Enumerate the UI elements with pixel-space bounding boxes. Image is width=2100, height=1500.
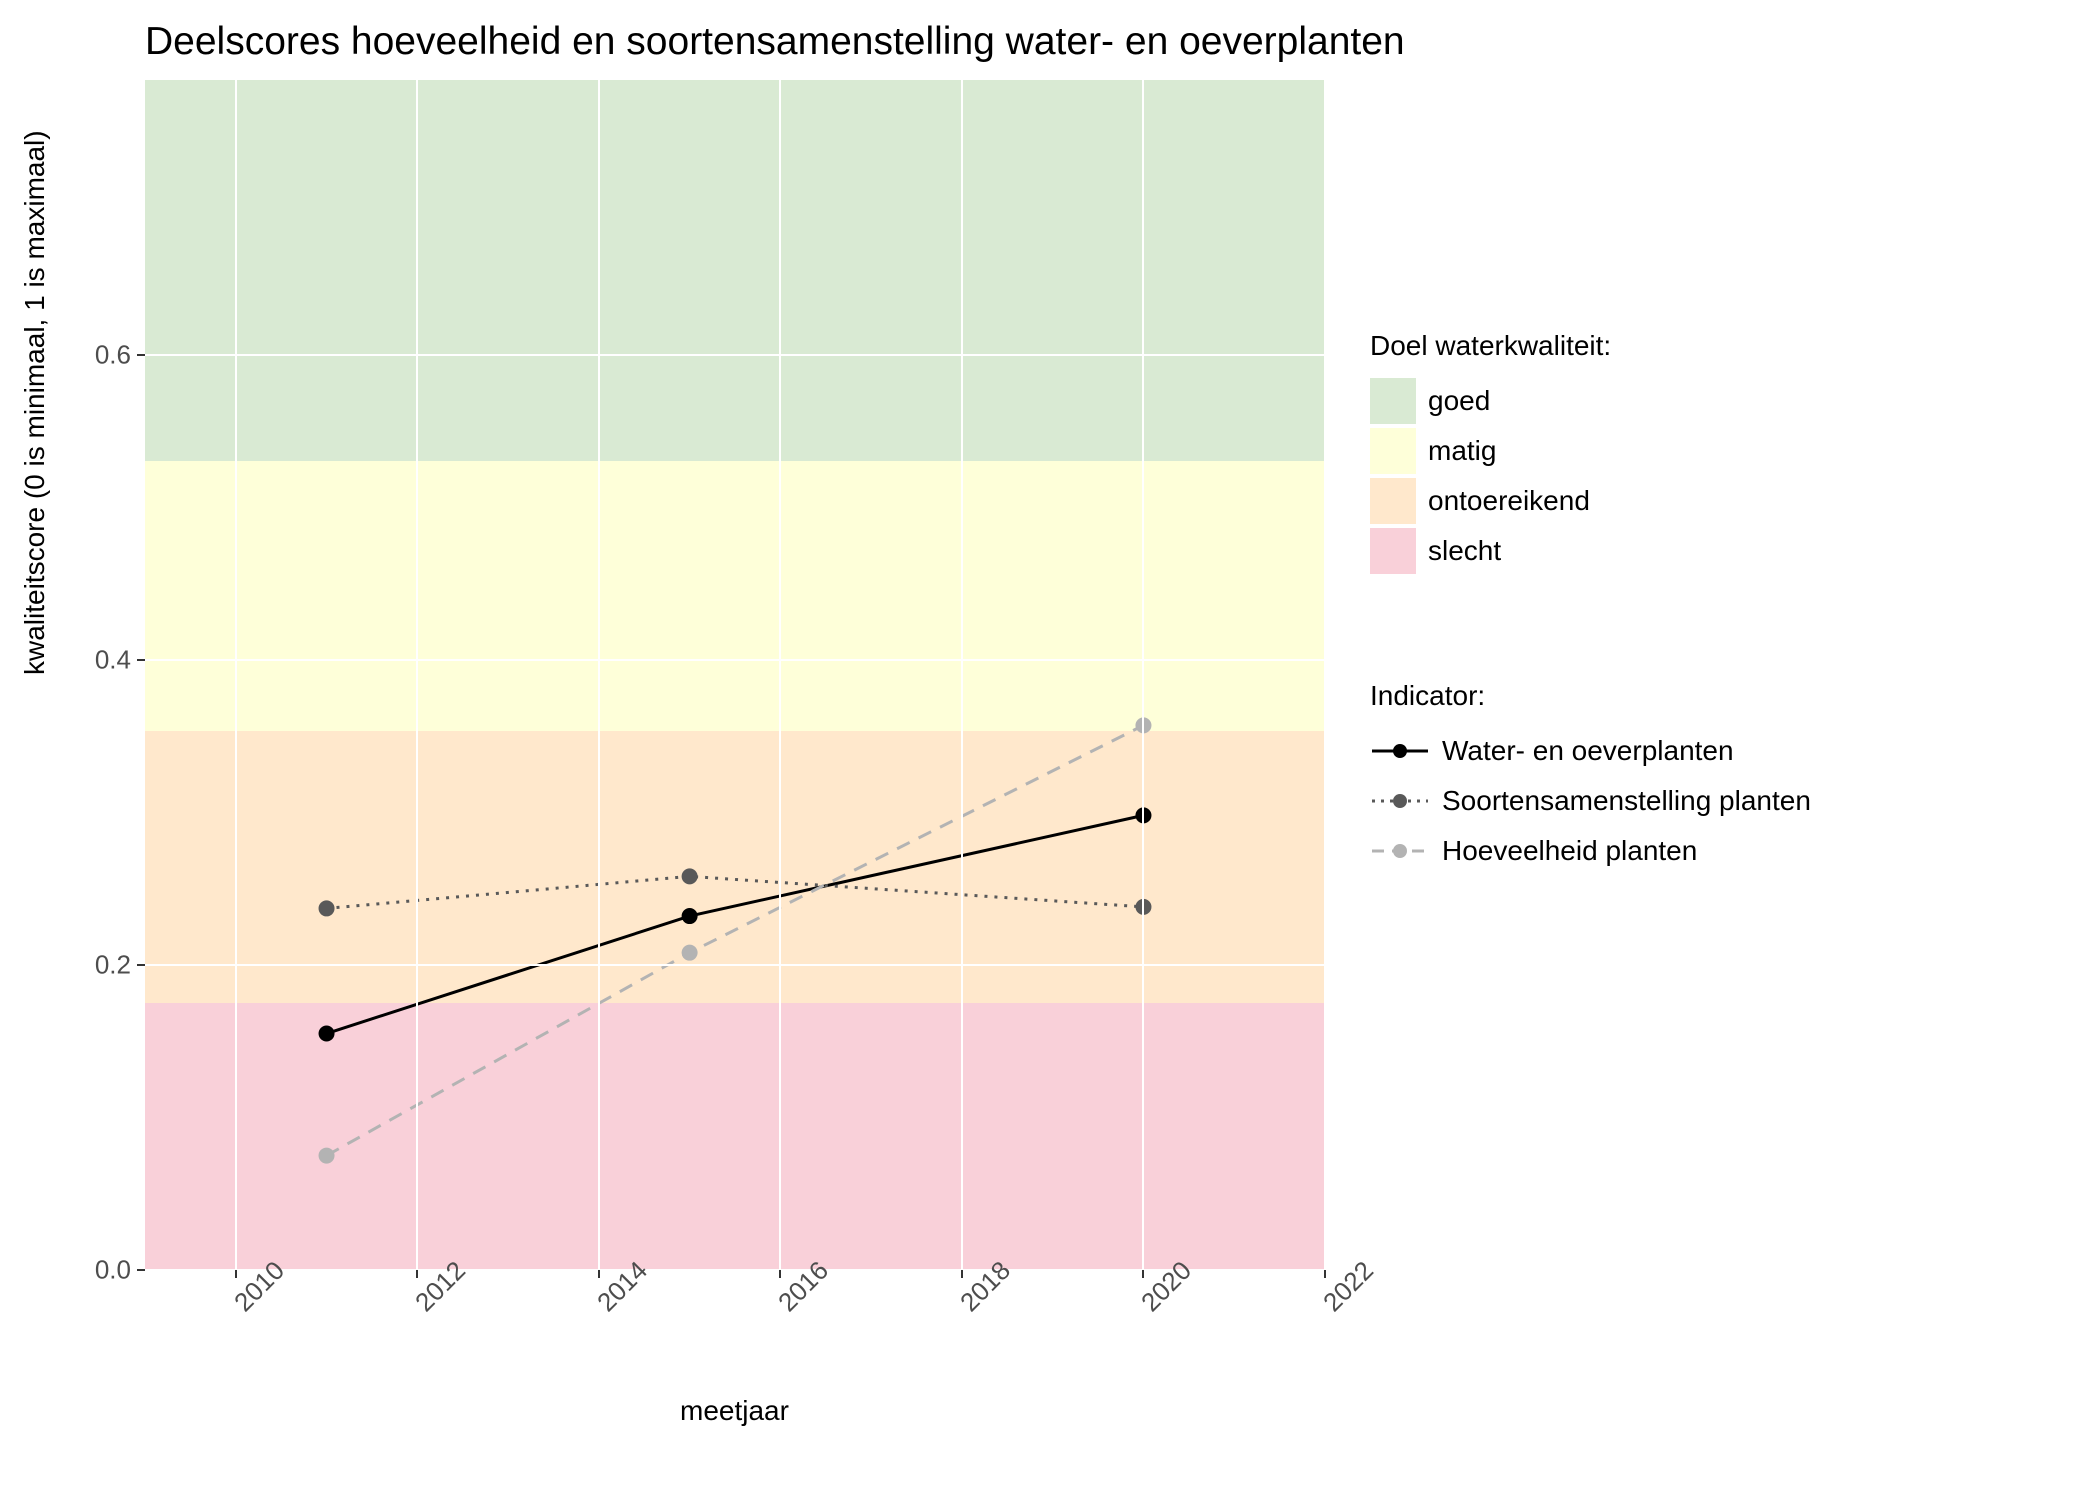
legend-label: Water- en oeverplanten xyxy=(1442,735,1734,767)
data-point xyxy=(319,900,335,916)
y-tick-mark xyxy=(137,964,145,966)
legend-series: Indicator: Water- en oeverplanten Soorte… xyxy=(1370,680,1811,878)
swatch-slecht xyxy=(1370,528,1416,574)
data-point xyxy=(682,945,698,961)
swatch-goed xyxy=(1370,378,1416,424)
gridline-v xyxy=(961,80,963,1270)
gridline-v xyxy=(1324,80,1326,1270)
gridline-v xyxy=(779,80,781,1270)
gridline-h xyxy=(145,1269,1325,1271)
legend-label: goed xyxy=(1428,385,1490,417)
y-tick-mark xyxy=(137,659,145,661)
x-tick-mark xyxy=(1324,1270,1326,1278)
legend-bands-title: Doel waterkwaliteit: xyxy=(1370,330,1611,362)
legend-label: slecht xyxy=(1428,535,1501,567)
legend-label: matig xyxy=(1428,435,1496,467)
legend-bands: Doel waterkwaliteit: goed matig ontoerei… xyxy=(1370,330,1611,578)
legend-item-series-2: Soortensamenstelling planten xyxy=(1370,778,1811,824)
data-point xyxy=(682,908,698,924)
legend-label: Soortensamenstelling planten xyxy=(1442,785,1811,817)
legend-item-series-1: Water- en oeverplanten xyxy=(1370,728,1811,774)
data-point xyxy=(682,868,698,884)
legend-item-ontoereikend: ontoereikend xyxy=(1370,478,1611,524)
data-point xyxy=(319,1148,335,1164)
gridline-v xyxy=(598,80,600,1270)
line-key-icon xyxy=(1370,828,1430,874)
y-tick-label: 0.0 xyxy=(95,1255,131,1286)
gridline-h xyxy=(145,659,1325,661)
data-lines xyxy=(145,80,1325,1270)
line-key-icon xyxy=(1370,778,1430,824)
gridline-h xyxy=(145,354,1325,356)
legend-item-goed: goed xyxy=(1370,378,1611,424)
line-key-icon xyxy=(1370,728,1430,774)
series-line xyxy=(327,725,1144,1155)
series-line xyxy=(327,876,1144,908)
y-axis-label: kwaliteitscore (0 is minimaal, 1 is maxi… xyxy=(19,130,51,675)
x-tick-mark xyxy=(416,1270,418,1278)
x-axis-label: meetjaar xyxy=(680,1395,789,1427)
x-tick-mark xyxy=(961,1270,963,1278)
legend-item-slecht: slecht xyxy=(1370,528,1611,574)
data-point xyxy=(319,1026,335,1042)
chart-container: Deelscores hoeveelheid en soortensamenst… xyxy=(0,0,2100,1500)
swatch-matig xyxy=(1370,428,1416,474)
legend-item-series-3: Hoeveelheid planten xyxy=(1370,828,1811,874)
y-tick-mark xyxy=(137,1269,145,1271)
swatch-ontoereikend xyxy=(1370,478,1416,524)
chart-title: Deelscores hoeveelheid en soortensamenst… xyxy=(145,20,1405,64)
legend-label: ontoereikend xyxy=(1428,485,1590,517)
gridline-v xyxy=(1142,80,1144,1270)
legend-label: Hoeveelheid planten xyxy=(1442,835,1697,867)
y-tick-label: 0.2 xyxy=(95,949,131,980)
x-tick-mark xyxy=(779,1270,781,1278)
gridline-h xyxy=(145,964,1325,966)
y-tick-label: 0.6 xyxy=(95,339,131,370)
gridline-v xyxy=(235,80,237,1270)
gridline-v xyxy=(416,80,418,1270)
legend-series-title: Indicator: xyxy=(1370,680,1811,712)
y-tick-mark xyxy=(137,354,145,356)
plot-area: 0.00.20.40.62010201220142016201820202022 xyxy=(145,80,1325,1270)
x-tick-mark xyxy=(235,1270,237,1278)
series-line xyxy=(327,815,1144,1033)
x-tick-mark xyxy=(598,1270,600,1278)
y-tick-label: 0.4 xyxy=(95,644,131,675)
x-tick-label: 2022 xyxy=(1317,1255,1380,1318)
legend-item-matig: matig xyxy=(1370,428,1611,474)
x-tick-mark xyxy=(1142,1270,1144,1278)
